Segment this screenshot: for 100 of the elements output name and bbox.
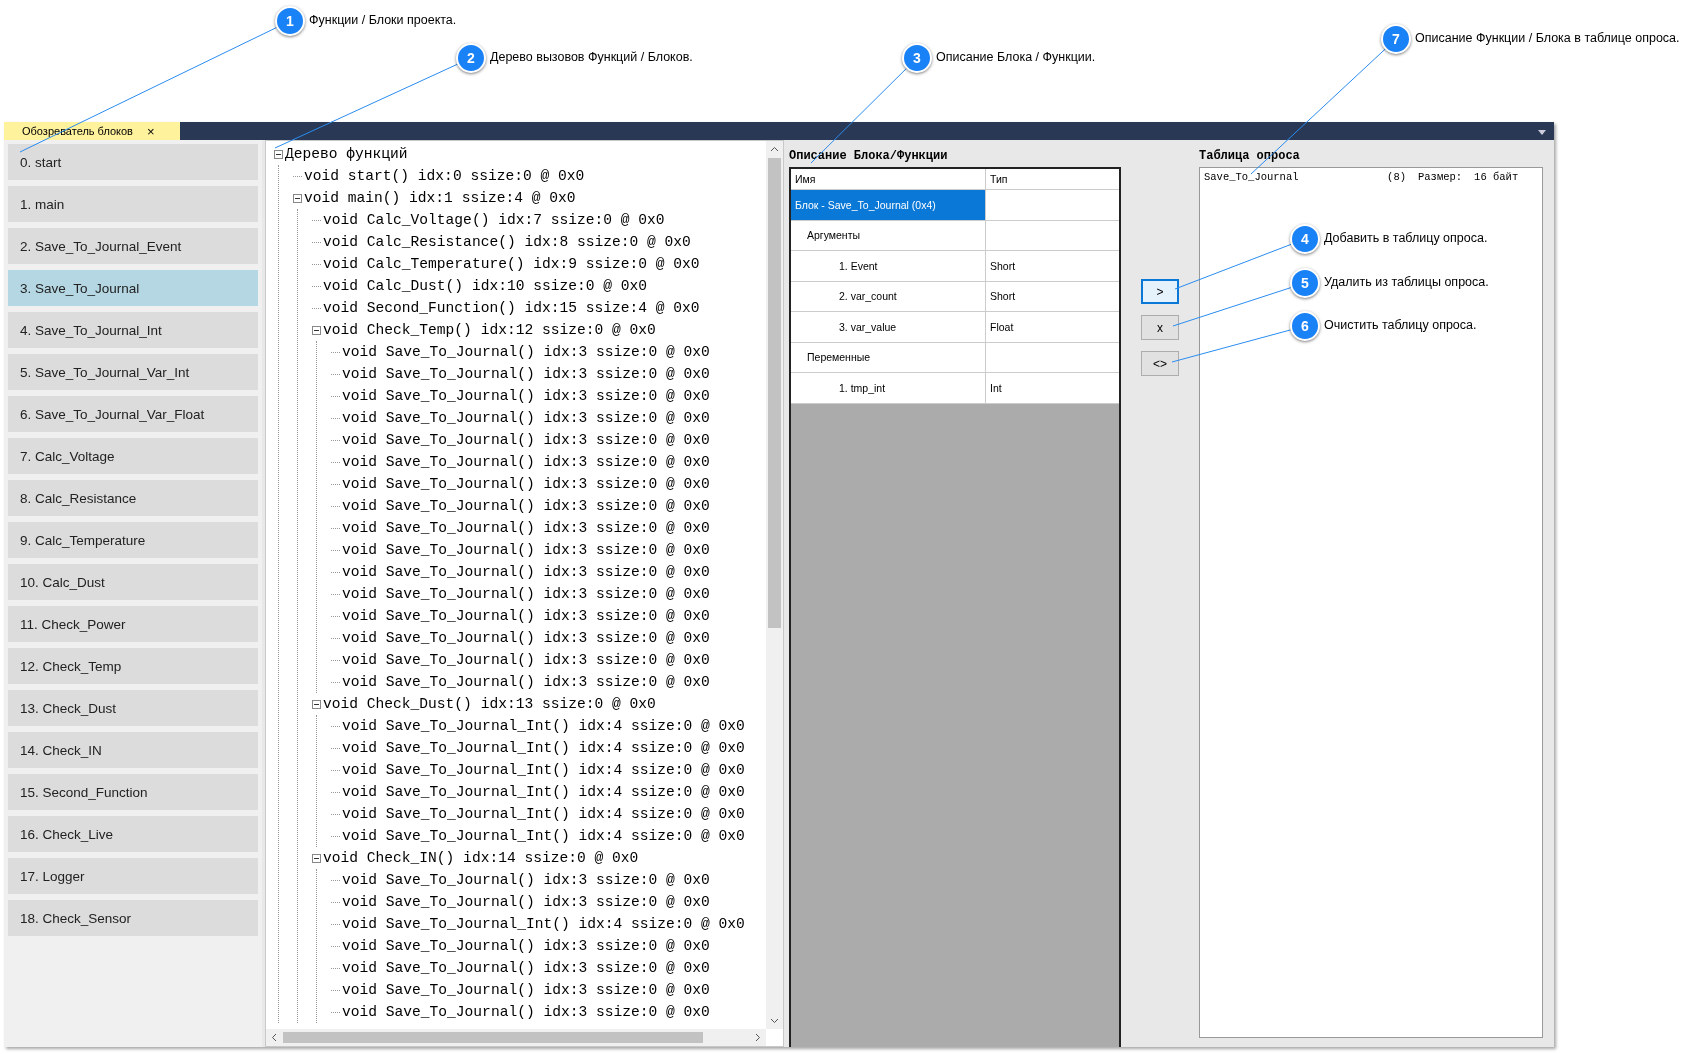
tree-node[interactable]: void Save_To_Journal_Int() idx:4 ssize:0 @ 0x0 xyxy=(342,784,745,800)
action-button[interactable]: <> xyxy=(1141,351,1179,376)
size-value: 16 байт xyxy=(1474,171,1519,183)
collapse-icon[interactable] xyxy=(312,699,321,709)
tree-node[interactable]: void Save_To_Journal() idx:3 ssize:0 @ 0x0 xyxy=(342,938,710,954)
block-list-item[interactable]: 2. Save_To_Journal_Event xyxy=(8,228,258,264)
collapse-icon[interactable] xyxy=(293,193,302,203)
tree-node[interactable]: void Save_To_Journal() idx:3 ssize:0 @ 0x0 xyxy=(342,410,710,426)
block-list-item[interactable]: 5. Save_To_Journal_Var_Int xyxy=(8,354,258,390)
tree-node[interactable]: void Save_To_Journal_Int() idx:4 ssize:0 @ 0x0 xyxy=(342,718,745,734)
block-list-item[interactable]: 17. Logger xyxy=(8,858,258,894)
callout-text: Описание Блока / Функции. xyxy=(936,50,1096,64)
callout-badge: 3 xyxy=(902,43,932,73)
block-list-item[interactable]: 1. main xyxy=(8,186,258,222)
horizontal-scrollbar[interactable] xyxy=(266,1029,766,1046)
tree-node[interactable]: Дерево функций xyxy=(285,146,408,162)
vertical-scrollbar[interactable] xyxy=(766,141,783,1029)
tree-node[interactable]: void start() idx:0 ssize:0 @ 0x0 xyxy=(304,168,585,184)
tree-node[interactable]: void Save_To_Journal() idx:3 ssize:0 @ 0x0 xyxy=(342,960,710,976)
tree-node[interactable]: void Save_To_Journal() idx:3 ssize:0 @ 0x0 xyxy=(342,542,710,558)
name-cell[interactable]: 1. tmp_int xyxy=(791,373,986,403)
tree-node[interactable]: void Calc_Temperature() idx:9 ssize:0 @ 0x0 xyxy=(323,256,700,272)
tree-node[interactable]: void Save_To_Journal() idx:3 ssize:0 @ 0x0 xyxy=(342,476,710,492)
callout-badge: 1 xyxy=(275,6,305,36)
tree-node[interactable]: void Save_To_Journal() idx:3 ssize:0 @ 0x0 xyxy=(342,630,710,646)
tree-node[interactable]: void Save_To_Journal() idx:3 ssize:0 @ 0x0 xyxy=(342,388,710,404)
block-list-item[interactable]: 7. Calc_Voltage xyxy=(8,438,258,474)
collapse-icon[interactable] xyxy=(312,853,321,863)
collapse-icon[interactable] xyxy=(274,149,283,159)
tree-node[interactable]: void Save_To_Journal() idx:3 ssize:0 @ 0x0 xyxy=(342,872,710,888)
block-list-item[interactable]: 4. Save_To_Journal_Int xyxy=(8,312,258,348)
block-list-item[interactable]: 13. Check_Dust xyxy=(8,690,258,726)
tree-node[interactable]: void Second_Function() idx:15 ssize:4 @ 0x0 xyxy=(323,300,700,316)
tree-node[interactable]: void Save_To_Journal() idx:3 ssize:0 @ 0x0 xyxy=(342,982,710,998)
name-cell[interactable]: Блок - Save_To_Journal (0x4) xyxy=(791,190,986,220)
tree-node[interactable]: void Save_To_Journal() idx:3 ssize:0 @ 0x0 xyxy=(342,1004,710,1020)
tree-node[interactable]: void Save_To_Journal() idx:3 ssize:0 @ 0x0 xyxy=(342,894,710,910)
callout-text: Дерево вызовов Функций / Блоков. xyxy=(490,50,693,64)
tree-node[interactable]: void Save_To_Journal() idx:3 ssize:0 @ 0x0 xyxy=(342,366,710,382)
callout-text: Описание Функции / Блока в таблице опроса. xyxy=(1415,31,1680,45)
block-list-item[interactable]: 12. Check_Temp xyxy=(8,648,258,684)
tree-node[interactable]: void Save_To_Journal() idx:3 ssize:0 @ 0x0 xyxy=(342,652,710,668)
block-list-item[interactable]: 8. Calc_Resistance xyxy=(8,480,258,516)
tree-node[interactable]: void Save_To_Journal_Int() idx:4 ssize:0 @ 0x0 xyxy=(342,762,745,778)
block-list-item[interactable]: 10. Calc_Dust xyxy=(8,564,258,600)
block-list-item[interactable]: 18. Check_Sensor xyxy=(8,900,258,936)
block-list-item[interactable]: 16. Check_Live xyxy=(8,816,258,852)
block-list-item[interactable]: 11. Check_Power xyxy=(8,606,258,642)
close-icon[interactable]: × xyxy=(146,124,155,138)
type-cell-text: Float xyxy=(989,319,1015,335)
tree-node[interactable]: void Calc_Dust() idx:10 ssize:0 @ 0x0 xyxy=(323,278,648,294)
callout-badge: 7 xyxy=(1381,24,1411,54)
tree-node[interactable]: void Save_To_Journal_Int() idx:4 ssize:0 @ 0x0 xyxy=(342,828,745,844)
action-button[interactable]: x xyxy=(1141,315,1179,340)
collapse-icon[interactable] xyxy=(312,325,321,335)
callout-text: Функции / Блоки проекта. xyxy=(309,13,457,27)
tree-node[interactable]: void Save_To_Journal() idx:3 ssize:0 @ 0x0 xyxy=(342,564,710,580)
tree-node[interactable]: void Check_IN() idx:14 ssize:0 @ 0x0 xyxy=(323,850,639,866)
name-cell[interactable]: 3. var_value xyxy=(791,312,986,342)
block-list-item[interactable]: 15. Second_Function xyxy=(8,774,258,810)
tree-node[interactable]: void Save_To_Journal() idx:3 ssize:0 @ 0x0 xyxy=(342,454,710,470)
action-button[interactable]: > xyxy=(1141,279,1179,304)
callout-text: Очистить таблицу опроса. xyxy=(1324,318,1477,332)
tree-node[interactable]: void Save_To_Journal_Int() idx:4 ssize:0 @ 0x0 xyxy=(342,806,745,822)
type-cell-text: Int xyxy=(989,380,1003,396)
poll-entry-count: (8) xyxy=(1386,171,1406,183)
name-cell[interactable]: 1. Event xyxy=(791,251,986,281)
tree-node[interactable]: void Save_To_Journal() idx:3 ssize:0 @ 0x0 xyxy=(342,432,710,448)
tree-node[interactable]: void Save_To_Journal() idx:3 ssize:0 @ 0x0 xyxy=(342,520,710,536)
callout-text: Удалить из таблицы опроса. xyxy=(1324,275,1489,289)
column-header[interactable]: Тип xyxy=(986,169,1119,189)
column-header[interactable]: Имя xyxy=(791,169,986,189)
tree-node[interactable]: void Save_To_Journal() idx:3 ssize:0 @ 0x0 xyxy=(342,608,710,624)
block-list-item[interactable]: 14. Check_IN xyxy=(8,732,258,768)
callout-text: Добавить в таблицу опроса. xyxy=(1324,231,1488,245)
tree-node[interactable]: void Calc_Voltage() idx:7 ssize:0 @ 0x0 xyxy=(323,212,665,228)
tree-node[interactable]: void Save_To_Journal_Int() idx:4 ssize:0 @ 0x0 xyxy=(342,740,745,756)
scroll-up-icon[interactable] xyxy=(770,145,779,154)
poll-entry-name[interactable]: Save_To_Journal xyxy=(1204,171,1364,183)
tree-node[interactable]: void Calc_Resistance() idx:8 ssize:0 @ 0x0 xyxy=(323,234,691,250)
scroll-down-icon[interactable] xyxy=(770,1016,779,1025)
tree-node[interactable]: void Check_Dust() idx:13 ssize:0 @ 0x0 xyxy=(323,696,656,712)
size-label: Размер: xyxy=(1418,171,1463,183)
type-cell-text: Short xyxy=(989,258,1017,274)
name-cell[interactable]: 2. var_count xyxy=(791,281,986,311)
tree-node[interactable]: void Save_To_Journal() idx:3 ssize:0 @ 0x0 xyxy=(342,344,710,360)
tree-node[interactable]: void Save_To_Journal() idx:3 ssize:0 @ 0x0 xyxy=(342,498,710,514)
tree-node[interactable]: void main() idx:1 ssize:4 @ 0x0 xyxy=(304,190,576,206)
block-list-item[interactable]: 9. Calc_Temperature xyxy=(8,522,258,558)
callout-badge: 2 xyxy=(456,43,486,73)
tree-node[interactable]: void Save_To_Journal() idx:3 ssize:0 @ 0x0 xyxy=(342,586,710,602)
tree-node[interactable]: void Save_To_Journal() idx:3 ssize:0 @ 0x0 xyxy=(342,674,710,690)
dropdown-icon[interactable] xyxy=(1538,130,1546,135)
tree-node[interactable]: void Save_To_Journal_Int() idx:4 ssize:0 @ 0x0 xyxy=(342,916,745,932)
block-list-item[interactable]: 6. Save_To_Journal_Var_Float xyxy=(8,396,258,432)
scroll-right-icon[interactable] xyxy=(753,1033,762,1042)
block-list-item[interactable]: 0. start xyxy=(8,144,258,180)
block-list-item[interactable]: 3. Save_To_Journal xyxy=(8,270,258,306)
scroll-left-icon[interactable] xyxy=(270,1033,279,1042)
tree-node[interactable]: void Check_Temp() idx:12 ssize:0 @ 0x0 xyxy=(323,322,656,338)
